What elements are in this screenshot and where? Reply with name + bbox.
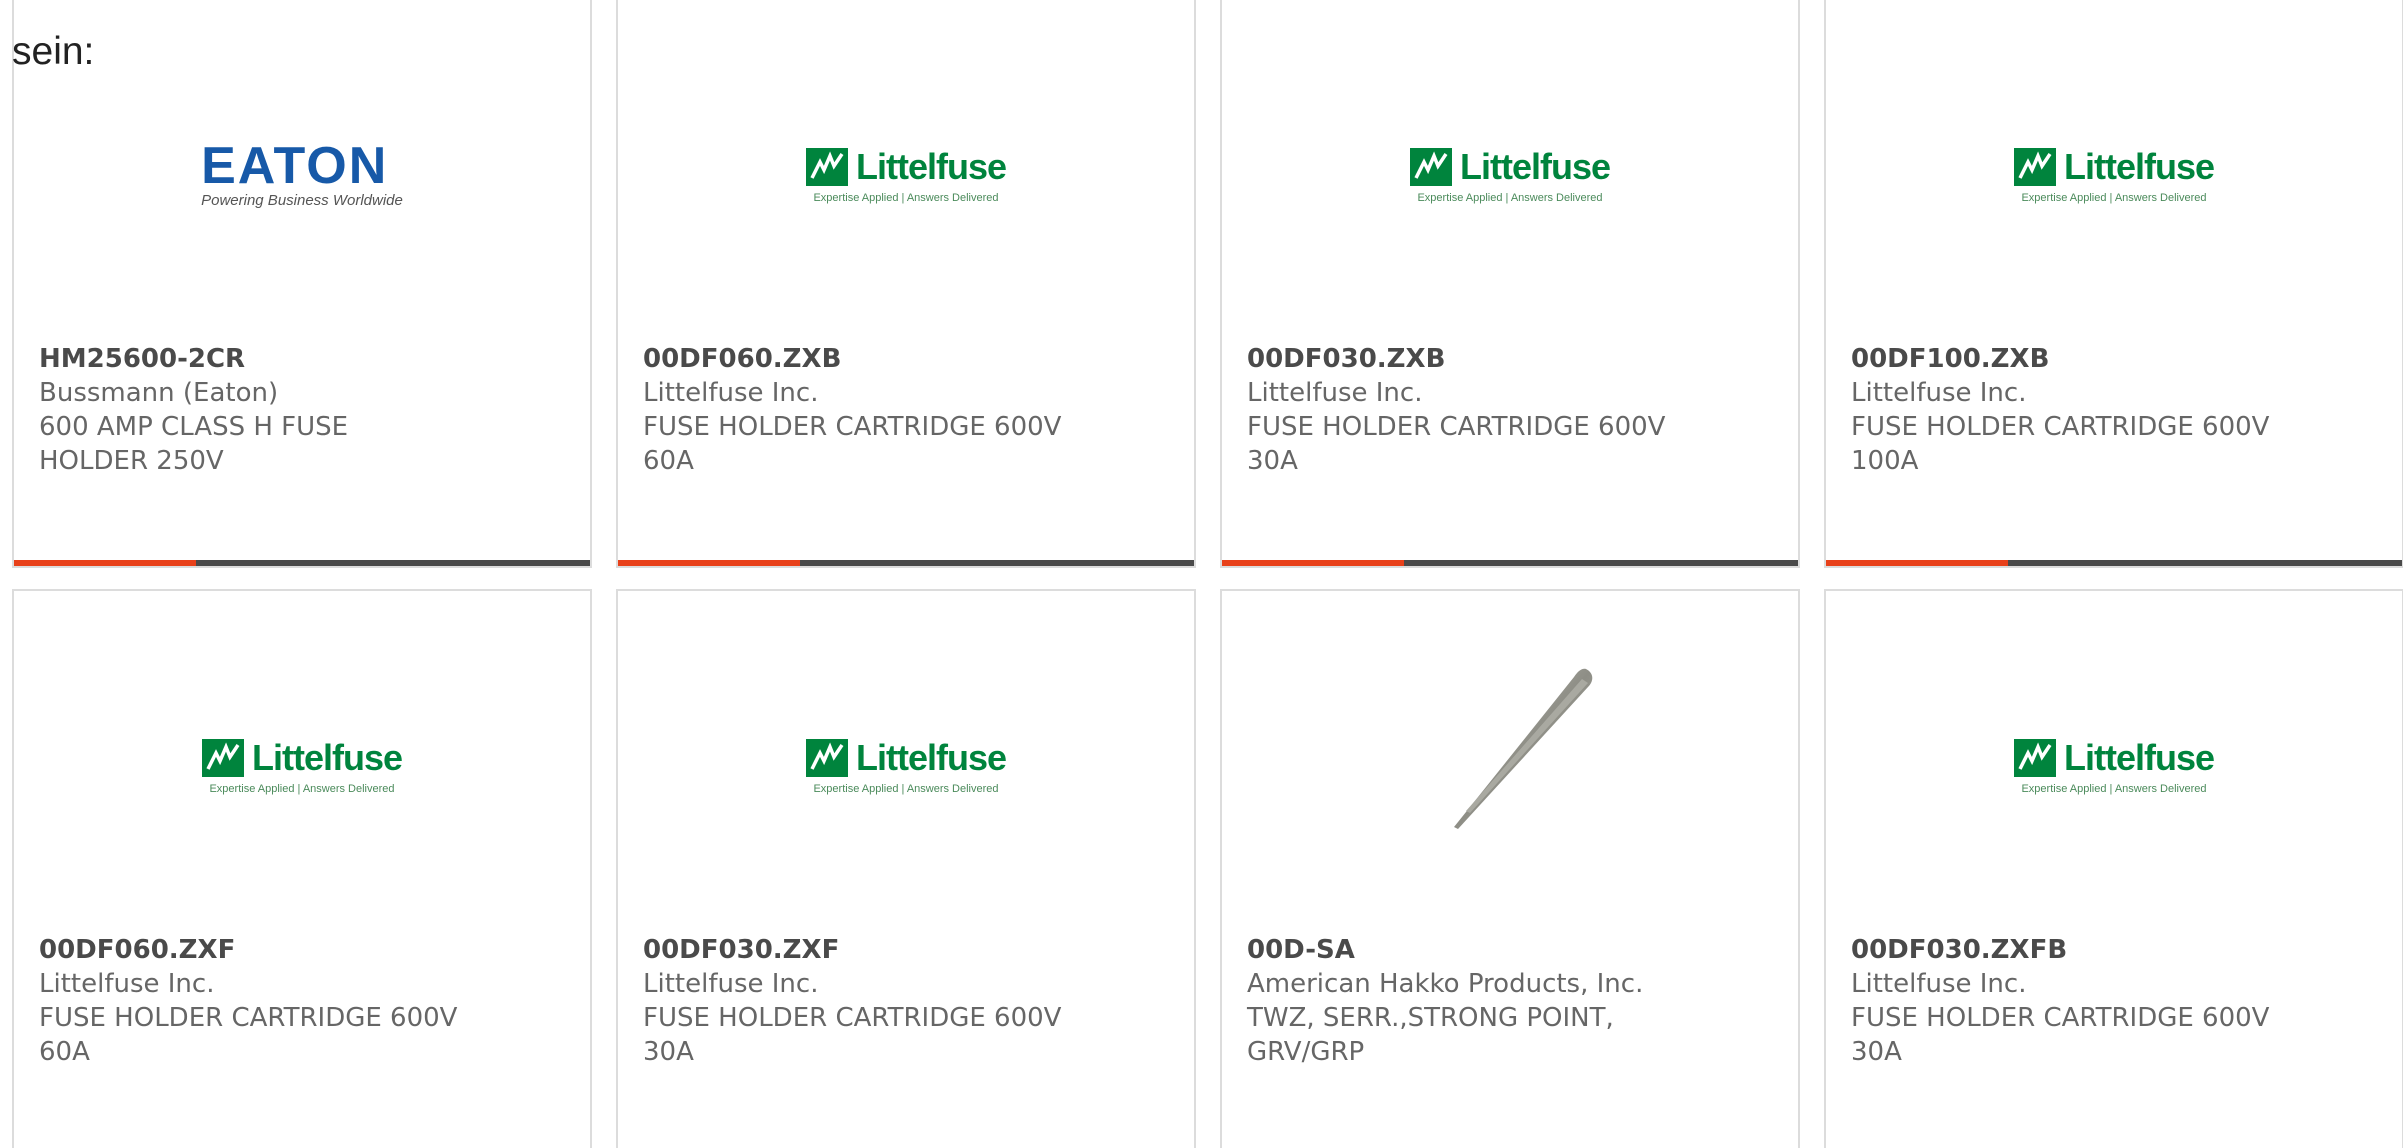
card-bar	[618, 560, 1194, 566]
description: FUSE HOLDER CARTRIDGE 600V 60A	[643, 412, 1062, 476]
description: FUSE HOLDER CARTRIDGE 600V 30A	[643, 1003, 1062, 1067]
description: FUSE HOLDER CARTRIDGE 600V 30A	[1851, 1003, 2270, 1067]
littelfuse-mark-icon	[805, 739, 848, 777]
description: TWZ, SERR.,STRONG POINT, GRV/GRP	[1247, 1003, 1614, 1067]
littelfuse-logo: Littelfuse Expertise Applied | Answers D…	[14, 721, 590, 811]
product-card[interactable]: EATON Powering Business Worldwide HM2560…	[12, 0, 592, 568]
manufacturer: Littelfuse Inc.	[1247, 378, 1423, 408]
card-bar	[1222, 560, 1798, 566]
littelfuse-mark-icon	[2013, 148, 2056, 186]
card-bar-accent	[1222, 560, 1404, 566]
part-number[interactable]: 00DF060.ZXB	[643, 342, 1174, 376]
littelfuse-logo: Littelfuse Expertise Applied | Answers D…	[1826, 130, 2402, 220]
littelfuse-mark-icon	[805, 148, 848, 186]
product-grid: EATON Powering Business Worldwide HM2560…	[12, 0, 2403, 1148]
part-number[interactable]: 00DF030.ZXB	[1247, 342, 1778, 376]
tweezers-photo	[1222, 661, 1798, 841]
description: FUSE HOLDER CARTRIDGE 600V 30A	[1247, 412, 1666, 476]
card-bar-accent	[14, 560, 196, 566]
product-card[interactable]: 00D-SA American Hakko Products, Inc. TWZ…	[1220, 589, 1800, 1148]
card-bar	[1826, 560, 2402, 566]
manufacturer: Littelfuse Inc.	[643, 378, 819, 408]
littelfuse-logo: Littelfuse Expertise Applied | Answers D…	[618, 130, 1194, 220]
tweezers-icon	[1454, 668, 1593, 829]
card-bar-accent	[618, 560, 800, 566]
littelfuse-logo: Littelfuse Expertise Applied | Answers D…	[1222, 130, 1798, 220]
card-bar-accent	[1826, 560, 2008, 566]
description: FUSE HOLDER CARTRIDGE 600V 60A	[39, 1003, 458, 1067]
product-grid-page: sein: EATON Powering Business Worldwide …	[0, 0, 2403, 1148]
littelfuse-mark-icon	[2013, 739, 2056, 777]
manufacturer: Littelfuse Inc.	[643, 969, 819, 999]
product-card[interactable]: Littelfuse Expertise Applied | Answers D…	[1824, 589, 2403, 1148]
product-card[interactable]: Littelfuse Expertise Applied | Answers D…	[1220, 0, 1800, 568]
manufacturer: Bussmann (Eaton)	[39, 378, 279, 408]
littelfuse-logo: Littelfuse Expertise Applied | Answers D…	[1826, 721, 2402, 811]
part-number[interactable]: 00DF100.ZXB	[1851, 342, 2382, 376]
part-number[interactable]: 00D-SA	[1247, 933, 1778, 967]
part-number[interactable]: 00DF030.ZXFB	[1851, 933, 2382, 967]
manufacturer: Littelfuse Inc.	[1851, 969, 2027, 999]
manufacturer: American Hakko Products, Inc.	[1247, 969, 1644, 999]
littelfuse-logo: Littelfuse Expertise Applied | Answers D…	[618, 721, 1194, 811]
product-card[interactable]: Littelfuse Expertise Applied | Answers D…	[1824, 0, 2403, 568]
part-number[interactable]: 00DF060.ZXF	[39, 933, 570, 967]
eaton-logo: EATON Powering Business Worldwide	[201, 136, 403, 209]
description: FUSE HOLDER CARTRIDGE 600V 100A	[1851, 412, 2270, 476]
product-card[interactable]: Littelfuse Expertise Applied | Answers D…	[616, 589, 1196, 1148]
littelfuse-mark-icon	[1409, 148, 1452, 186]
littelfuse-mark-icon	[201, 739, 244, 777]
card-bar	[14, 560, 590, 566]
product-card[interactable]: Littelfuse Expertise Applied | Answers D…	[12, 589, 592, 1148]
description: 600 AMP CLASS H FUSE HOLDER 250V	[39, 412, 349, 476]
part-number[interactable]: HM25600-2CR	[39, 342, 570, 376]
manufacturer: Littelfuse Inc.	[39, 969, 215, 999]
manufacturer: Littelfuse Inc.	[1851, 378, 2027, 408]
intro-text: sein:	[12, 30, 95, 73]
part-number[interactable]: 00DF030.ZXF	[643, 933, 1174, 967]
product-card[interactable]: Littelfuse Expertise Applied | Answers D…	[616, 0, 1196, 568]
